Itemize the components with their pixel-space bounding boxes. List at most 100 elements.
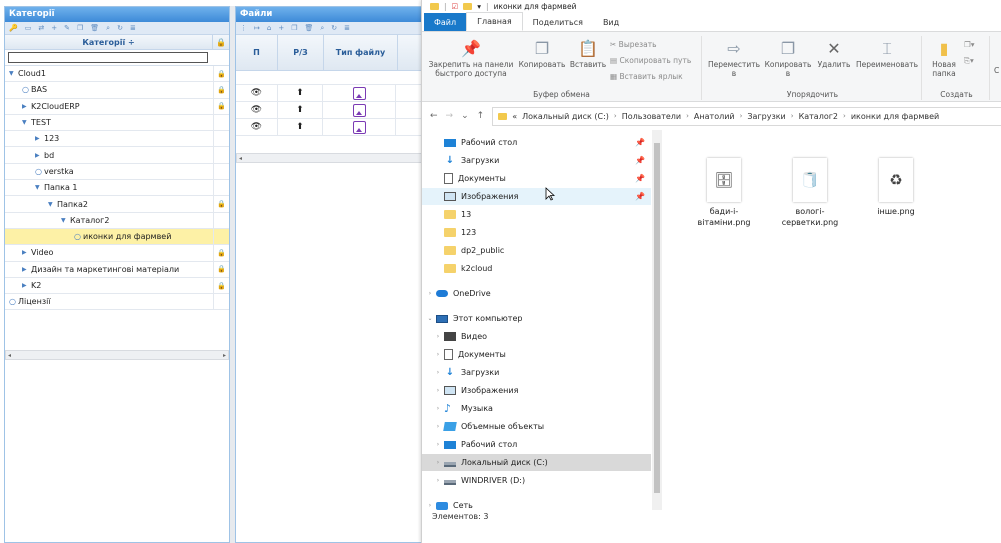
properties-button-cut[interactable]: С xyxy=(994,66,999,75)
expanded-arrow-icon[interactable]: ▼ xyxy=(9,70,18,77)
tree-node-label[interactable]: Каталог2 xyxy=(70,216,109,225)
collapsed-arrow-icon[interactable]: ▶ xyxy=(22,249,31,256)
cut-button[interactable]: ✂ Вырезать xyxy=(610,40,657,49)
tree-row-content[interactable]: ▼ Cloud1 xyxy=(5,69,213,78)
tree-row-content[interactable]: ▼ Папка2 xyxy=(5,200,213,209)
expand-chevron-icon[interactable]: ⌄ xyxy=(424,315,436,322)
tree-node-label[interactable]: K2 xyxy=(31,281,41,290)
tree-row-content[interactable]: ▶ Дизайн та маркетингові матеріали xyxy=(5,265,213,274)
new-folder-button[interactable]: ▮ Новая папка xyxy=(926,38,962,78)
breadcrumb-item[interactable]: иконки для фармвей xyxy=(851,112,939,121)
image-icon[interactable] xyxy=(352,103,366,117)
expanded-arrow-icon[interactable]: ▼ xyxy=(35,184,44,191)
file-item[interactable]: ♻ інше.png xyxy=(860,158,932,217)
expand-chevron-icon[interactable]: › xyxy=(432,405,444,412)
image-thumbnail-icon[interactable]: 🧻 xyxy=(793,158,827,202)
plus-icon[interactable]: + xyxy=(278,24,284,32)
tree-row-content[interactable]: ▶ bd xyxy=(5,151,213,160)
tree-node-label[interactable]: Ліцензії xyxy=(18,297,51,306)
tree-row-content[interactable]: ○ Ліцензії xyxy=(5,297,213,306)
nav-item[interactable]: › Сеть xyxy=(422,497,651,510)
categories-horizontal-scrollbar[interactable]: ◂ ▸ xyxy=(5,350,229,361)
breadcrumb-item[interactable]: Пользователи xyxy=(622,112,681,121)
nav-item[interactable]: › Рабочий стол xyxy=(422,436,651,453)
nav-item[interactable]: k2cloud xyxy=(422,260,651,277)
breadcrumb-item[interactable]: Анатолий xyxy=(694,112,735,121)
edit-icon[interactable]: ✎ xyxy=(64,24,70,32)
view-icon[interactable]: 👁 xyxy=(236,102,278,118)
nav-item[interactable]: Рабочий стол 📌 xyxy=(422,134,651,151)
expand-chevron-icon[interactable]: › xyxy=(432,387,444,394)
table-row[interactable]: 👁 ⬆ xyxy=(236,102,434,119)
upload-icon[interactable]: ⬆ xyxy=(278,102,324,118)
move-icon[interactable]: ⇄ xyxy=(38,24,44,32)
tree-row[interactable]: ○ verstka xyxy=(5,163,229,181)
expand-chevron-icon[interactable]: › xyxy=(432,441,444,448)
collapsed-arrow-icon[interactable]: ▶ xyxy=(22,282,31,289)
paste-button[interactable]: 📋 Вставить xyxy=(568,38,608,69)
up-icon[interactable]: ↑ xyxy=(477,111,485,121)
search-icon[interactable]: ⌕ xyxy=(320,24,324,33)
back-icon[interactable]: ← xyxy=(430,111,438,121)
copy-icon[interactable]: ❐ xyxy=(77,24,83,32)
breadcrumb-item[interactable]: Локальный диск (C:) xyxy=(522,112,609,121)
tree-row[interactable]: ○ Ліцензії xyxy=(5,294,229,311)
copy-button[interactable]: ❐ Копировать xyxy=(518,38,566,69)
tree-row[interactable]: ○ иконки для фармвей xyxy=(5,228,229,246)
paste-shortcut-button[interactable]: ▦ Вставить ярлык xyxy=(610,72,683,81)
copy-to-button[interactable]: ❐ Копировать в xyxy=(762,38,814,78)
tree-node-label[interactable]: Папка2 xyxy=(57,200,88,209)
tree-node-label[interactable]: K2CloudERP xyxy=(31,102,80,111)
tree-row[interactable]: ▶ Дизайн та маркетингові матеріали 🔒 xyxy=(5,261,229,278)
quick-access-dropdown-icon[interactable]: ▾ xyxy=(477,2,481,11)
tree-node-label[interactable]: Cloud1 xyxy=(18,69,46,78)
nav-item[interactable]: Документы 📌 xyxy=(422,170,651,187)
tree-node-label[interactable]: verstka xyxy=(44,167,74,176)
tree-node-label[interactable]: 123 xyxy=(44,134,59,143)
tab-home[interactable]: Главная xyxy=(466,12,523,31)
scroll-left-icon[interactable]: ◂ xyxy=(239,155,242,162)
folder-icon[interactable]: ▭ xyxy=(25,24,32,32)
tree-row[interactable]: ▼ Папка 1 xyxy=(5,180,229,197)
home-icon[interactable]: ⌂ xyxy=(267,24,271,32)
tab-share[interactable]: Поделиться xyxy=(523,13,593,31)
new-item-icon[interactable]: ❐▾ xyxy=(964,40,975,49)
tree-row[interactable]: ▶ bd xyxy=(5,147,229,164)
view-icon[interactable]: 👁 xyxy=(236,85,278,101)
nav-item[interactable]: dp2_public xyxy=(422,242,651,259)
image-thumbnail-icon[interactable]: 🗄 xyxy=(707,158,741,202)
nav-item[interactable]: 123 xyxy=(422,224,651,241)
tree-row[interactable]: ▼ Папка2 🔒 xyxy=(5,196,229,213)
navigation-scrollbar-thumb[interactable] xyxy=(654,143,660,493)
nav-item[interactable]: › ♪ Музыка xyxy=(422,400,651,417)
trash-icon[interactable]: 🗑 xyxy=(90,24,99,32)
key-icon[interactable]: 🔑 xyxy=(9,24,18,32)
tree-node-label[interactable]: иконки для фармвей xyxy=(83,232,171,241)
expand-chevron-icon[interactable]: › xyxy=(432,351,444,358)
list-icon[interactable]: ≣ xyxy=(344,24,350,32)
search-icon[interactable]: ⌕ xyxy=(106,24,110,33)
recent-dropdown-icon[interactable]: ⌄ xyxy=(461,111,469,121)
expand-chevron-icon[interactable]: › xyxy=(432,477,444,484)
tree-row-content[interactable]: ▶ 123 xyxy=(5,134,213,143)
nav-item[interactable]: Изображения 📌 xyxy=(422,188,651,205)
tree-row[interactable]: ○ BAS 🔒 xyxy=(5,82,229,99)
nav-item[interactable]: › Видео xyxy=(422,328,651,345)
tree-node-label[interactable]: BAS xyxy=(31,85,47,94)
tree-row-content[interactable]: ▼ TEST xyxy=(5,118,213,127)
view-icon[interactable]: 👁 xyxy=(236,119,278,135)
tree-node-label[interactable]: TEST xyxy=(31,118,51,127)
list-icon[interactable]: ≣ xyxy=(130,24,136,32)
collapsed-arrow-icon[interactable]: ▶ xyxy=(22,266,31,273)
easy-access-icon[interactable]: ⎘▾ xyxy=(964,56,974,66)
step-icon[interactable]: ↦ xyxy=(254,24,260,32)
nav-item[interactable]: › Локальный диск (C:) xyxy=(422,454,651,471)
file-item[interactable]: 🗄 бади-і-вітаміни.png xyxy=(688,158,760,228)
tree-row-content[interactable]: ▶ Video xyxy=(5,248,213,257)
expand-chevron-icon[interactable]: › xyxy=(424,502,436,509)
upload-icon[interactable]: ⬆ xyxy=(278,85,324,101)
nav-item[interactable]: › WINDRIVER (D:) xyxy=(422,472,651,489)
tree-node-label[interactable]: Video xyxy=(31,248,53,257)
expanded-arrow-icon[interactable]: ▼ xyxy=(48,201,57,208)
image-thumbnail-icon[interactable]: ♻ xyxy=(879,158,913,202)
